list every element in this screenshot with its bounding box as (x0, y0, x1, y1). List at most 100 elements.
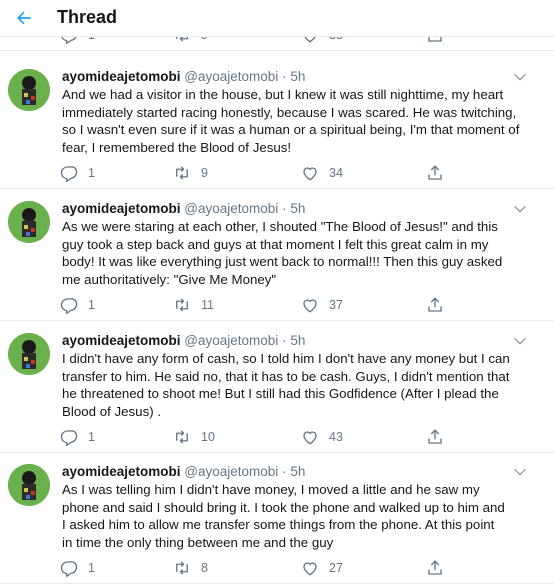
tweet[interactable]: ayomideajetomobi @ayoajetomobi · 5h As I… (0, 452, 554, 584)
tweet-text-line: me authoritatively: "Give Me Money" (62, 271, 277, 287)
tweet-time[interactable]: · 5h (282, 201, 305, 216)
share-button[interactable] (426, 36, 444, 44)
back-button[interactable] (10, 4, 38, 32)
tweet-text-line: body! It was like everything just went b… (62, 254, 503, 269)
tweet-text: And we had a visitor in the house, but I… (62, 86, 528, 156)
share-icon (428, 297, 442, 312)
share-button[interactable] (426, 164, 444, 182)
retweet-button[interactable]: 11 (173, 296, 214, 314)
reply-button[interactable]: 1 (60, 164, 95, 182)
avatar[interactable] (8, 201, 50, 243)
tweet-text-line: so I wasn't even sure if it was a human … (62, 122, 520, 137)
tweet-header: ayomideajetomobi @ayoajetomobi · 5h (62, 69, 305, 84)
page-title: Thread (57, 7, 118, 27)
tweet-time[interactable]: · 5h (282, 464, 305, 479)
avatar-image (8, 69, 50, 111)
like-icon (303, 431, 317, 445)
tweet-actions: 1 8 27 (58, 559, 458, 579)
tweet-text-line: And we had a visitor in the house, but I… (62, 87, 504, 102)
author-handle[interactable]: @ayoajetomobi (184, 333, 278, 348)
like-icon (303, 167, 317, 181)
avatar[interactable] (8, 333, 50, 375)
tweet-text-line: I didn't have any form of cash, so I tol… (62, 351, 510, 366)
tweet-header: ayomideajetomobi @ayoajetomobi · 5h (62, 333, 305, 348)
avatar-image (8, 201, 50, 243)
like-button[interactable]: 33 (301, 36, 343, 44)
tweet-text-line: in time the only thing between me and th… (62, 534, 334, 550)
like-count: 37 (329, 298, 343, 312)
avatar[interactable] (8, 464, 50, 506)
tweet-text-line: As we were staring at each other, I shou… (62, 219, 498, 234)
tweet-text: As I was telling him I didn't have money… (62, 481, 528, 551)
chevron-down-icon[interactable] (512, 335, 528, 347)
author-name[interactable]: ayomideajetomobi (62, 201, 181, 216)
reply-button[interactable]: 1 (60, 36, 95, 44)
author-handle[interactable]: @ayoajetomobi (184, 464, 278, 479)
reply-icon (60, 298, 78, 314)
like-button[interactable]: 43 (301, 428, 343, 446)
like-button[interactable]: 34 (301, 164, 343, 182)
tweet-text-line: transfer to him. He said no, that it has… (62, 368, 510, 384)
share-icon (428, 560, 442, 575)
share-button[interactable] (426, 296, 444, 314)
retweet-button[interactable]: 9 (173, 164, 208, 182)
reply-icon (60, 561, 78, 577)
tweet-time[interactable]: · 5h (282, 69, 305, 84)
retweet-icon (176, 166, 188, 180)
reply-button[interactable]: 1 (60, 296, 95, 314)
like-icon (303, 299, 317, 313)
thread-header: Thread (0, 0, 554, 37)
reply-count: 1 (88, 561, 95, 575)
avatar[interactable] (8, 69, 50, 111)
share-button[interactable] (426, 559, 444, 577)
reply-button[interactable]: 1 (60, 428, 95, 446)
retweet-button[interactable]: 9 (173, 36, 208, 44)
tweet-text-line: Blood of Jesus) . (62, 403, 162, 419)
share-icon (428, 429, 442, 444)
like-button[interactable]: 37 (301, 296, 343, 314)
avatar-image (8, 333, 50, 375)
chevron-down-icon[interactable] (512, 203, 528, 215)
chevron-down-icon[interactable] (512, 71, 528, 83)
reply-count: 1 (88, 166, 95, 180)
like-icon (303, 36, 317, 43)
tweet-text-line: I asked him to allow me transfer some th… (62, 517, 495, 532)
tweet-text-line: As I was telling him I didn't have money… (62, 482, 480, 497)
share-icon (428, 36, 442, 42)
tweet[interactable]: ayomideajetomobi @ayoajetomobi · 5h As w… (0, 189, 554, 321)
retweet-icon (176, 430, 188, 444)
share-button[interactable] (426, 428, 444, 446)
retweet-button[interactable]: 8 (173, 559, 208, 577)
author-name[interactable]: ayomideajetomobi (62, 69, 181, 84)
share-icon (428, 165, 442, 180)
retweet-count: 8 (201, 561, 208, 575)
author-handle[interactable]: @ayoajetomobi (184, 69, 278, 84)
retweet-icon (176, 298, 188, 312)
tweet-text-line: guy took a step back and guys at that mo… (62, 236, 489, 252)
tweet[interactable]: ayomideajetomobi @ayoajetomobi · 5h I di… (0, 321, 554, 453)
tweet-text-line: phone and said I should bring it. I took… (62, 499, 505, 515)
reply-icon (60, 430, 78, 446)
tweet-header: ayomideajetomobi @ayoajetomobi · 5h (62, 201, 305, 216)
like-button[interactable]: 27 (301, 559, 343, 577)
tweet-text-line: fear, I remembered the Blood of Jesus! (62, 139, 292, 155)
author-name[interactable]: ayomideajetomobi (62, 464, 181, 479)
tweet-header: ayomideajetomobi @ayoajetomobi · 5h (62, 464, 305, 479)
back-arrow-icon (17, 11, 31, 25)
reply-icon (60, 166, 78, 182)
author-name[interactable]: ayomideajetomobi (62, 333, 181, 348)
retweet-count: 11 (201, 298, 214, 312)
reply-count: 1 (88, 298, 95, 312)
tweet[interactable]: ayomideajetomobi @ayoajetomobi · 5h And … (0, 57, 554, 189)
retweet-button[interactable]: 10 (173, 428, 215, 446)
reply-count: 1 (88, 430, 95, 444)
reply-button[interactable]: 1 (60, 559, 95, 577)
tweet-time[interactable]: · 5h (282, 333, 305, 348)
avatar-image (8, 464, 50, 506)
author-handle[interactable]: @ayoajetomobi (184, 201, 278, 216)
chevron-down-icon[interactable] (512, 466, 528, 478)
tweet-actions: 1 11 37 (58, 296, 458, 316)
like-icon (303, 562, 317, 576)
retweet-icon (176, 561, 188, 575)
tweet-text-line: he threatened to shoot me! But I still h… (62, 386, 499, 401)
